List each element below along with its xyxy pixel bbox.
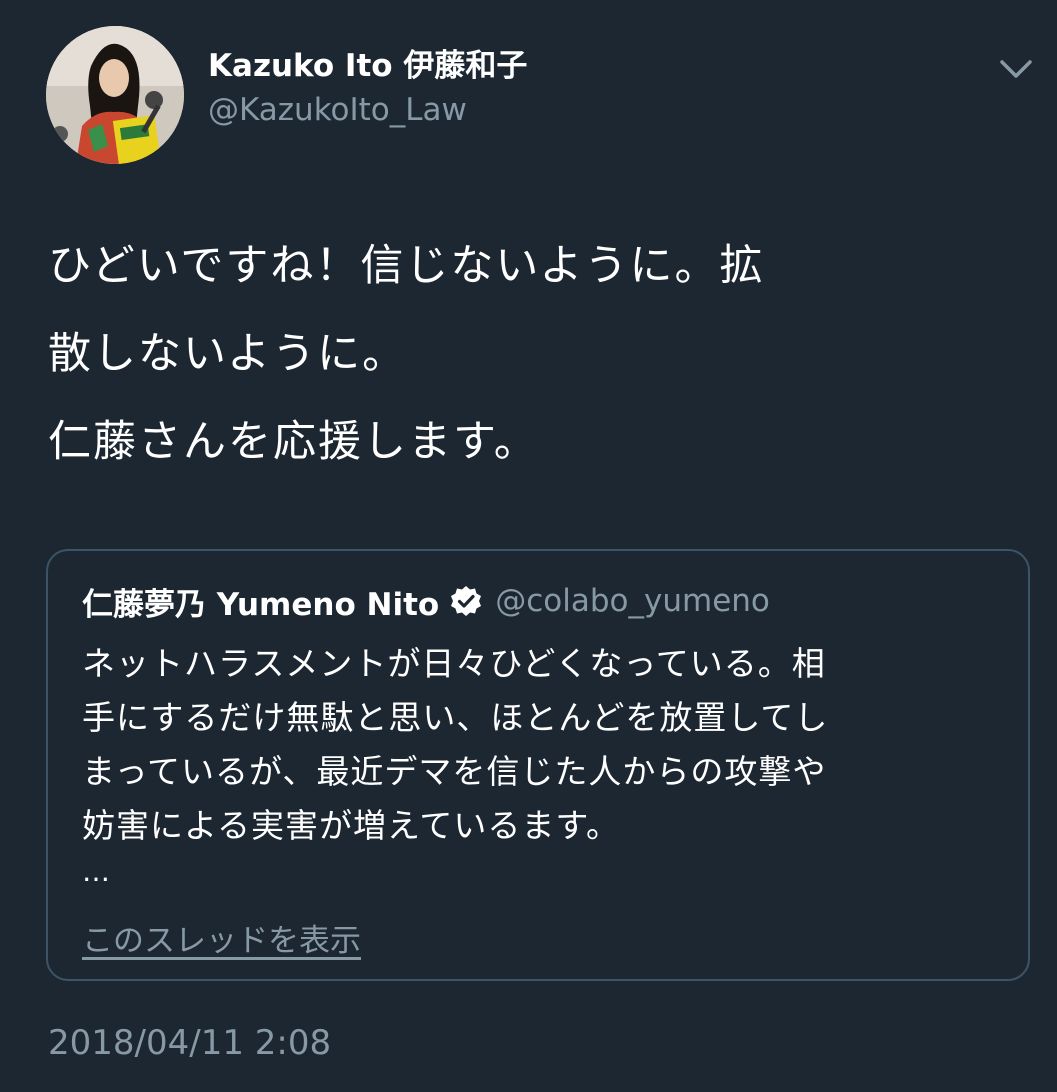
verified-badge-icon — [451, 586, 482, 616]
tweet-text: ひどいですね！信じないように。拡 散しないように。 仁藤さんを応援します。 — [48, 222, 1023, 486]
display-name[interactable]: Kazuko Ito 伊藤和子 — [208, 44, 527, 88]
quoted-text-line: まっているが、最近デマを信じた人からの攻撃や — [82, 752, 827, 791]
quoted-text-line: 妨害による実害が増えているます。 — [82, 806, 621, 845]
quoted-author-name: 仁藤夢乃 Yumeno Nito — [82, 586, 440, 623]
tweet-timestamp[interactable]: 2018/04/11 2:08 — [48, 1020, 331, 1066]
quoted-author-handle: @colabo_yumeno — [495, 583, 770, 619]
tweet-header: Kazuko Ito 伊藤和子 @KazukoIto_Law — [46, 26, 1036, 166]
quoted-tweet-header: 仁藤夢乃 Yumeno Nito @colabo_yumeno — [82, 579, 770, 623]
show-thread-link[interactable]: このスレッドを表示 — [82, 915, 361, 960]
tweet-text-line: 仁藤さんを応援します。 — [48, 417, 539, 467]
tweet-text-line: ひどいですね！信じないように。拡 — [48, 241, 765, 291]
tweet-text-line: 散しないように。 — [48, 329, 408, 379]
quoted-text-line: ネットハラスメントが日々ひどくなっている。相 — [82, 644, 826, 683]
avatar-photo — [46, 26, 184, 164]
user-handle[interactable]: @KazukoIto_Law — [208, 88, 527, 132]
quoted-text-line: 手にするだけ無駄と思い、ほとんどを放置してし — [82, 698, 829, 737]
quoted-text-ellipsis: … — [82, 855, 110, 888]
quoted-tweet-text: ネットハラスメントが日々ひどくなっている。相 手にするだけ無駄と思い、ほとんどを… — [82, 637, 1002, 853]
avatar[interactable] — [46, 26, 184, 164]
author-names: Kazuko Ito 伊藤和子 @KazukoIto_Law — [208, 44, 527, 132]
quoted-tweet-card[interactable]: 仁藤夢乃 Yumeno Nito @colabo_yumeno ネットハラスメン… — [46, 549, 1030, 981]
chevron-down-icon[interactable] — [996, 54, 1036, 84]
